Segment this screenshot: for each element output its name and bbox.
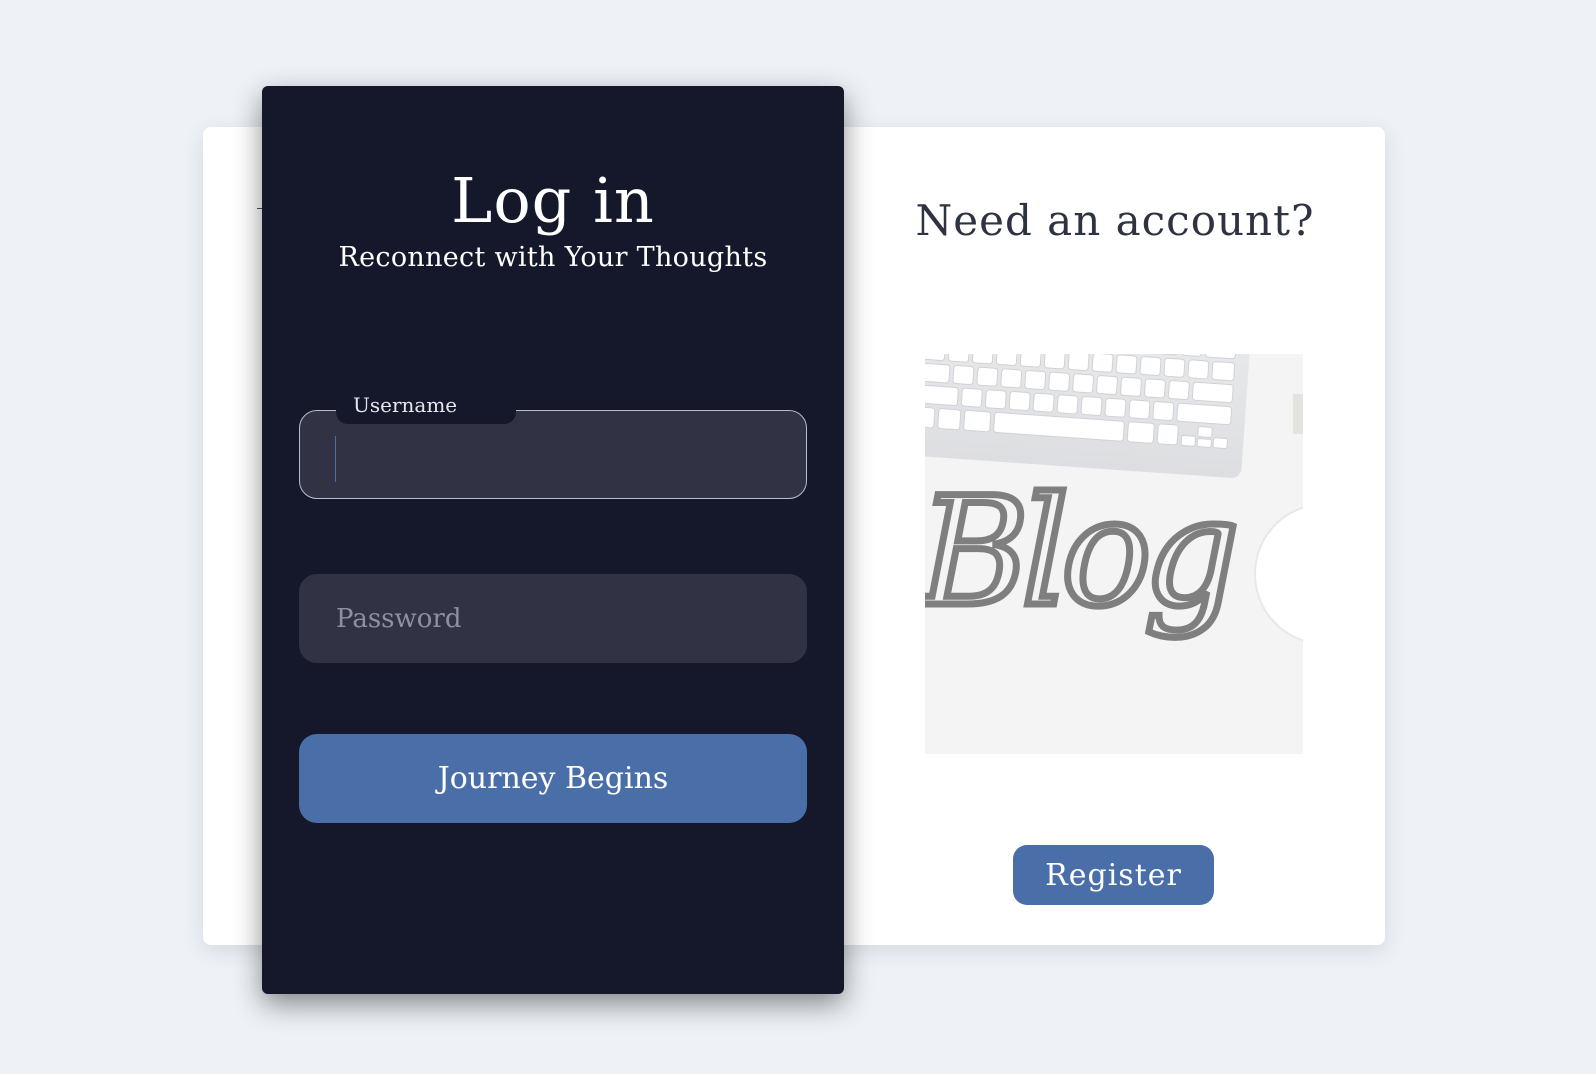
login-title: Log in (451, 164, 655, 237)
login-subtitle: Reconnect with Your Thoughts (338, 242, 768, 273)
password-input[interactable] (299, 574, 807, 663)
login-submit-button[interactable]: Journey Begins (299, 734, 807, 823)
text-caret (335, 436, 336, 482)
page: Need an account? Blog Register Log in Re… (0, 0, 1596, 1074)
login-panel: Log in Reconnect with Your Thoughts User… (262, 86, 844, 994)
blog-keyboard-illustration: Blog (925, 354, 1303, 754)
username-field: Username (299, 390, 807, 499)
svg-text:Blog: Blog (925, 466, 1234, 640)
register-button[interactable]: Register (1013, 845, 1214, 905)
username-label: Username (336, 390, 516, 424)
blog-image: Blog (925, 354, 1303, 754)
password-field (299, 574, 807, 663)
register-title: Need an account? (915, 196, 1315, 245)
